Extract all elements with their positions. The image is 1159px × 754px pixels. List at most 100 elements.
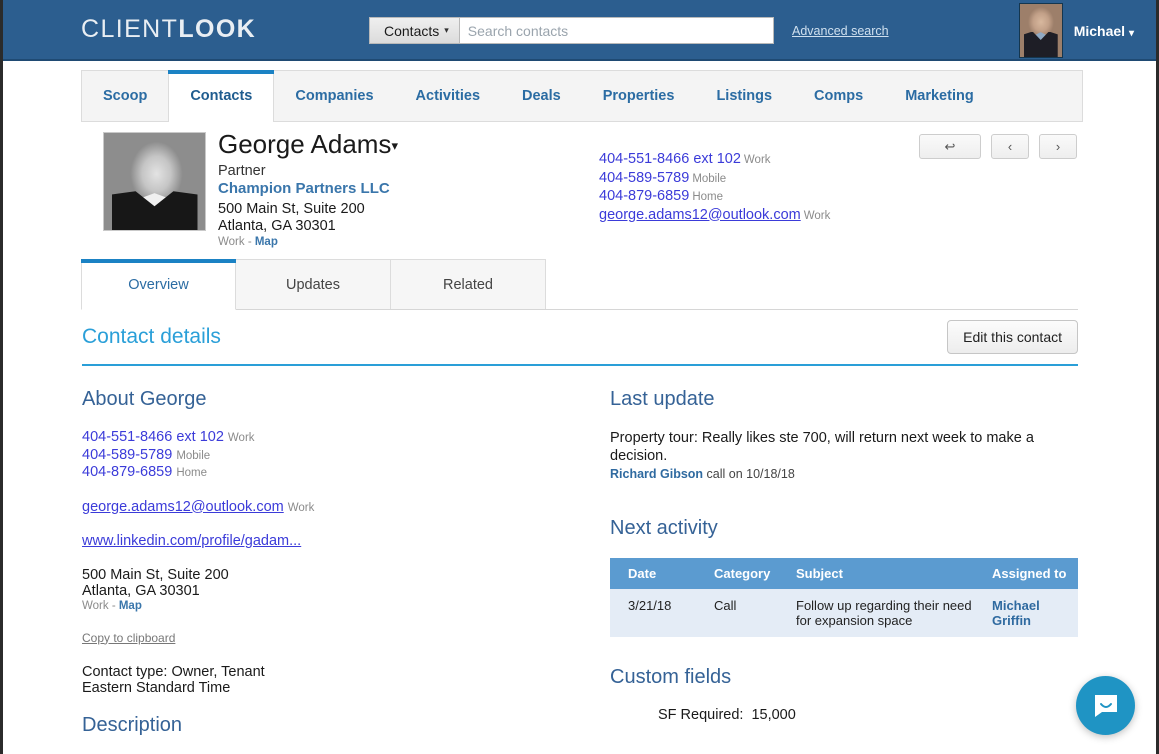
- logo-text-bold: LOOK: [178, 15, 257, 43]
- phone-home-label: Home: [692, 191, 723, 203]
- last-update-meta-text: call on 10/18/18: [703, 467, 795, 481]
- main-nav-wrap: Scoop Contacts Companies Activities Deal…: [3, 61, 1156, 131]
- logo-text-light: CLIENT: [81, 15, 179, 43]
- user-menu[interactable]: Michael ▾: [1018, 0, 1134, 61]
- table-row[interactable]: 3/21/18 Call Follow up regarding their n…: [610, 589, 1078, 637]
- tab-updates[interactable]: Updates: [236, 259, 391, 309]
- cell-assigned-to[interactable]: Michael Griffin: [982, 589, 1078, 637]
- custom-field-label: SF Required:: [658, 707, 744, 723]
- about-email-value[interactable]: george.adams12@outlook.com: [82, 499, 284, 515]
- contact-address-label: Work - Map: [218, 236, 278, 248]
- email-row: george.adams12@outlook.com Work: [82, 499, 608, 517]
- contact-type-text: Contact type: Owner, Tenant: [82, 663, 265, 680]
- about-address-line2: Atlanta, GA 30301: [82, 583, 200, 599]
- column-header-category: Category: [704, 558, 786, 589]
- email-value[interactable]: george.adams12@outlook.com: [599, 207, 801, 223]
- about-phone-mobile-value[interactable]: 404-589-5789: [82, 447, 172, 463]
- about-heading: About George: [82, 388, 207, 410]
- contact-address-line2: Atlanta, GA 30301: [218, 218, 336, 234]
- previous-contact-button[interactable]: ‹: [991, 134, 1029, 159]
- description-heading: Description: [82, 713, 183, 736]
- phone-mobile-value[interactable]: 404-589-5789: [599, 170, 689, 186]
- chevron-down-icon: ▾: [1128, 27, 1134, 39]
- cell-subject: Follow up regarding their need for expan…: [786, 589, 982, 637]
- about-website-link[interactable]: www.linkedin.com/profile/gadam...: [82, 533, 301, 549]
- nav-tab-marketing[interactable]: Marketing: [884, 71, 995, 121]
- column-header-date: Date: [610, 558, 704, 589]
- tab-overview[interactable]: Overview: [81, 259, 236, 310]
- about-phone-mobile-label: Mobile: [176, 449, 211, 462]
- nav-tab-deals[interactable]: Deals: [501, 71, 582, 121]
- nav-tab-contacts[interactable]: Contacts: [168, 70, 275, 122]
- section-divider: [82, 364, 1078, 366]
- app-header: CLIENTLOOK Contacts ▾ Advanced search Mi…: [3, 0, 1156, 61]
- chat-widget-button[interactable]: [1076, 676, 1135, 735]
- tab-related[interactable]: Related: [391, 259, 546, 309]
- right-column: Last update Property tour: Really likes …: [608, 388, 1078, 754]
- clientlook-logo[interactable]: CLIENTLOOK: [81, 15, 256, 44]
- email-label: Work: [803, 209, 831, 222]
- left-column: About George 404-551-8466 ext 102 Work 40…: [81, 388, 608, 754]
- chat-bubble-icon: [1094, 694, 1117, 717]
- search-scope-dropdown[interactable]: Contacts ▾: [369, 17, 459, 44]
- column-header-assigned-to: Assigned to: [982, 558, 1078, 589]
- about-address-label: Work - Map: [82, 600, 608, 612]
- chevron-down-icon: ▾: [391, 138, 398, 153]
- about-email-row: george.adams12@outlook.com Work: [82, 499, 608, 517]
- nav-tab-activities[interactable]: Activities: [395, 71, 501, 121]
- phone-row: 404-879-6859 Home: [82, 464, 608, 482]
- contact-company-link[interactable]: Champion Partners LLC: [218, 180, 390, 197]
- table-head: Date Category Subject Assigned to: [610, 558, 1078, 589]
- contact-body: About George 404-551-8466 ext 102 Work 40…: [81, 366, 1078, 754]
- user-name-text: Michael: [1073, 22, 1126, 39]
- contact-photo: [103, 132, 206, 231]
- copy-to-clipboard-link[interactable]: Copy to clipboard: [82, 631, 175, 645]
- app-page: CLIENTLOOK Contacts ▾ Advanced search Mi…: [0, 0, 1159, 754]
- next-contact-button[interactable]: ›: [1039, 134, 1077, 159]
- advanced-search-link[interactable]: Advanced search: [792, 24, 889, 38]
- nav-tab-properties[interactable]: Properties: [582, 71, 696, 121]
- phone-work-value[interactable]: 404-551-8466 ext 102: [599, 151, 741, 167]
- phone-work-label: Work: [743, 154, 771, 166]
- nav-tab-comps[interactable]: Comps: [793, 71, 884, 121]
- contact-method-row: 404-551-8466 ext 102 Work: [599, 151, 830, 170]
- about-phone-work-value[interactable]: 404-551-8466 ext 102: [82, 429, 224, 445]
- chevron-down-icon: ▾: [444, 25, 449, 35]
- custom-fields-heading: Custom fields: [610, 666, 732, 688]
- map-link[interactable]: Map: [119, 600, 142, 612]
- table-header-row: Date Category Subject Assigned to: [610, 558, 1078, 589]
- about-address-type-text: Work -: [82, 599, 119, 612]
- contact-method-row: george.adams12@outlook.com Work: [599, 207, 830, 226]
- map-link[interactable]: Map: [255, 236, 278, 248]
- cell-date: 3/21/18: [610, 589, 704, 637]
- nav-tab-companies[interactable]: Companies: [274, 71, 394, 121]
- back-button[interactable]: ↩: [919, 134, 981, 159]
- next-activity-table: Date Category Subject Assigned to 3/21/1…: [610, 558, 1078, 637]
- last-update-meta: Richard Gibson call on 10/18/18: [610, 467, 1078, 481]
- edit-contact-button[interactable]: Edit this contact: [947, 320, 1078, 354]
- contact-job-title: Partner: [218, 163, 266, 179]
- next-activity-heading: Next activity: [610, 517, 718, 539]
- search-scope-label: Contacts: [384, 22, 440, 39]
- timezone-text: Eastern Standard Time: [82, 680, 231, 696]
- nav-tab-listings[interactable]: Listings: [695, 71, 793, 121]
- last-update-heading: Last update: [610, 388, 715, 410]
- search-input[interactable]: [458, 17, 774, 44]
- phone-home-value[interactable]: 404-879-6859: [599, 188, 689, 204]
- user-menu-label: Michael ▾: [1074, 23, 1134, 39]
- contact-name[interactable]: George Adams▾: [218, 129, 398, 160]
- last-update-author[interactable]: Richard Gibson: [610, 467, 703, 481]
- about-phone-work-label: Work: [227, 432, 255, 444]
- contact-method-row: 404-589-5789 Mobile: [599, 170, 830, 189]
- record-nav-buttons: ↩ ‹ ›: [919, 134, 1077, 159]
- global-search: Contacts ▾: [369, 17, 774, 44]
- about-email-label: Work: [287, 501, 315, 514]
- nav-tab-scoop[interactable]: Scoop: [82, 71, 168, 121]
- phone-row: 404-551-8466 ext 102 Work: [82, 429, 608, 447]
- main-nav: Scoop Contacts Companies Activities Deal…: [81, 70, 1083, 122]
- about-phone-home-value[interactable]: 404-879-6859: [82, 464, 172, 480]
